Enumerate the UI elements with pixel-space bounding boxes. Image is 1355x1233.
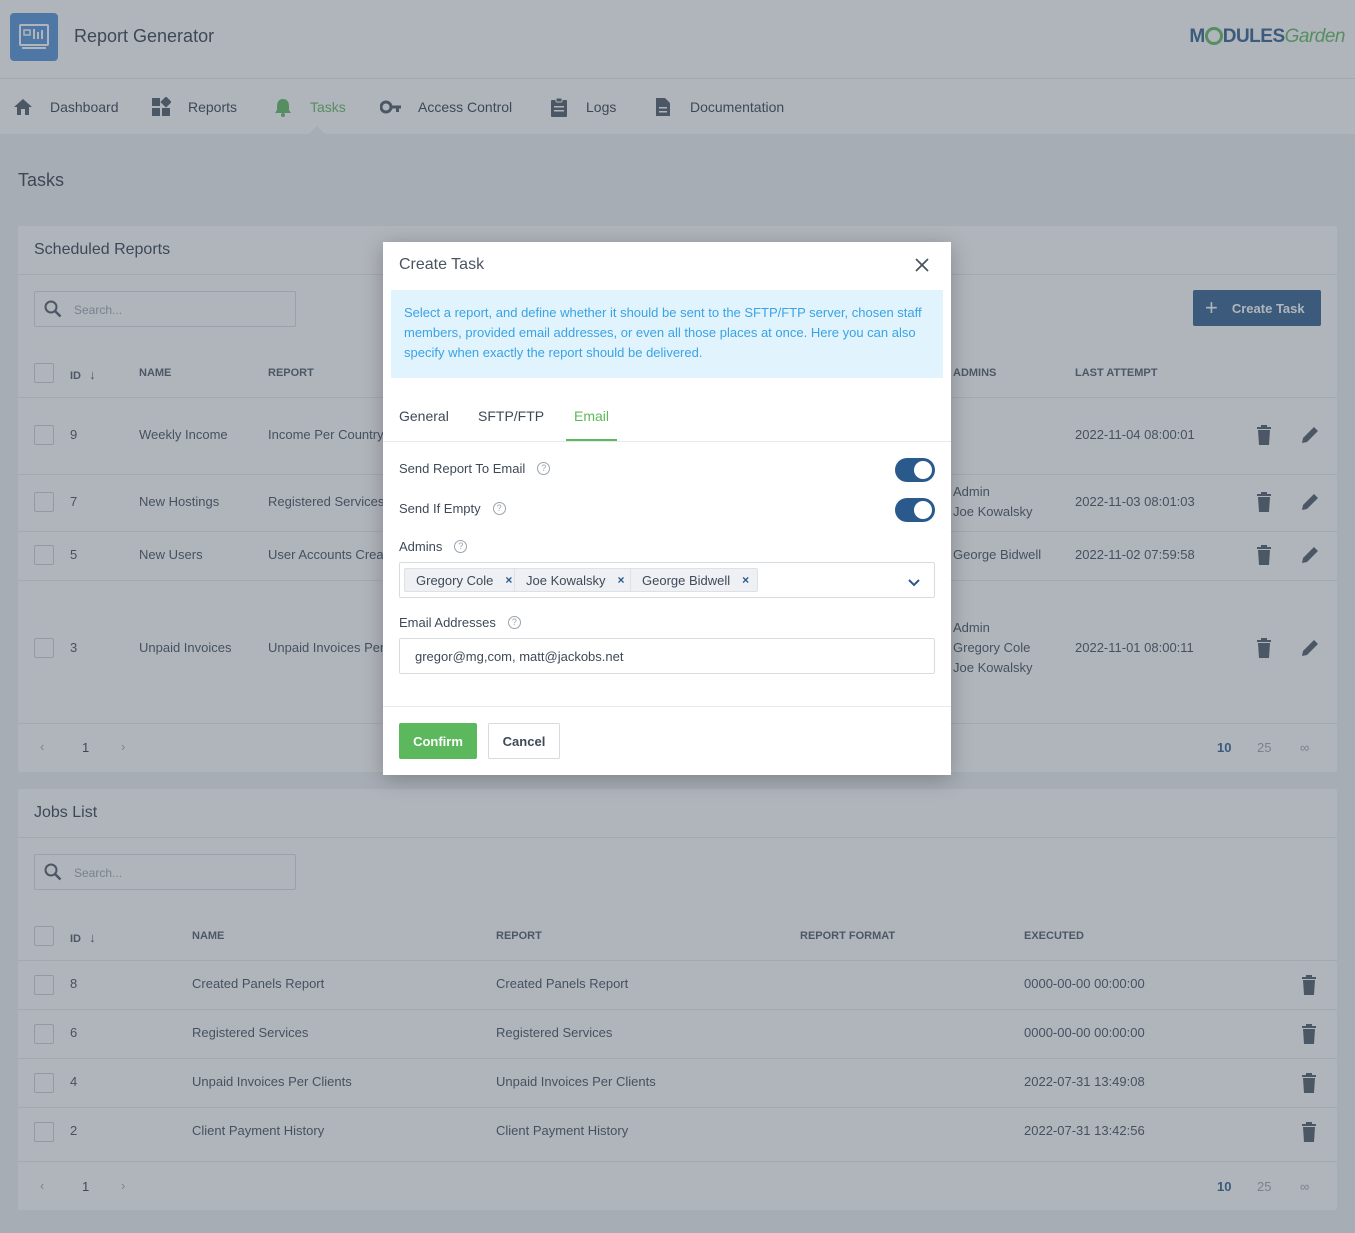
modal-tabs: General SFTP/FTP Email — [383, 392, 951, 442]
admins-row: Admins ? — [399, 539, 468, 554]
field-label: Admins — [399, 539, 443, 554]
tab-email[interactable]: Email — [574, 408, 609, 424]
remove-chip-icon[interactable]: × — [742, 573, 749, 587]
field-label: Email Addresses — [399, 615, 496, 630]
chip-label: Joe Kowalsky — [526, 572, 606, 588]
help-icon[interactable]: ? — [537, 462, 551, 475]
field-label: Send If Empty — [399, 501, 481, 516]
tab-sftp-ftp[interactable]: SFTP/FTP — [478, 408, 544, 424]
chip-label: George Bidwell — [642, 572, 731, 588]
field-label: Send Report To Email — [399, 461, 526, 476]
remove-chip-icon[interactable]: × — [617, 573, 624, 587]
active-tab-indicator — [566, 439, 617, 441]
tab-general[interactable]: General — [399, 408, 449, 424]
close-icon[interactable] — [915, 258, 931, 274]
create-task-modal: Create Task Select a report, and define … — [383, 242, 951, 775]
info-alert: Select a report, and define whether it s… — [391, 290, 943, 378]
help-icon[interactable]: ? — [454, 540, 468, 553]
divider — [383, 706, 951, 707]
send-report-to-email-row: Send Report To Email ? — [399, 461, 551, 476]
admin-chip: Gregory Cole × — [404, 568, 522, 592]
admin-chip: George Bidwell × — [630, 568, 759, 592]
send-if-empty-row: Send If Empty ? — [399, 501, 506, 516]
email-addresses-input[interactable]: gregor@mg,com, matt@jackobs.net — [399, 638, 935, 674]
help-icon[interactable]: ? — [492, 502, 506, 515]
chip-label: Gregory Cole — [416, 572, 494, 588]
help-icon[interactable]: ? — [507, 616, 521, 629]
chevron-down-icon[interactable] — [908, 575, 920, 590]
email-addresses-row: Email Addresses ? — [399, 615, 521, 630]
modal-title: Create Task — [399, 256, 485, 273]
cancel-button[interactable]: Cancel — [488, 723, 560, 759]
confirm-button[interactable]: Confirm — [399, 723, 477, 759]
admin-chip: Joe Kowalsky × — [514, 568, 634, 592]
remove-chip-icon[interactable]: × — [505, 573, 512, 587]
send-if-empty-toggle[interactable] — [895, 498, 935, 522]
send-report-to-email-toggle[interactable] — [895, 458, 935, 482]
admins-multiselect[interactable]: Gregory Cole × Joe Kowalsky × George Bidwe… — [399, 562, 935, 598]
